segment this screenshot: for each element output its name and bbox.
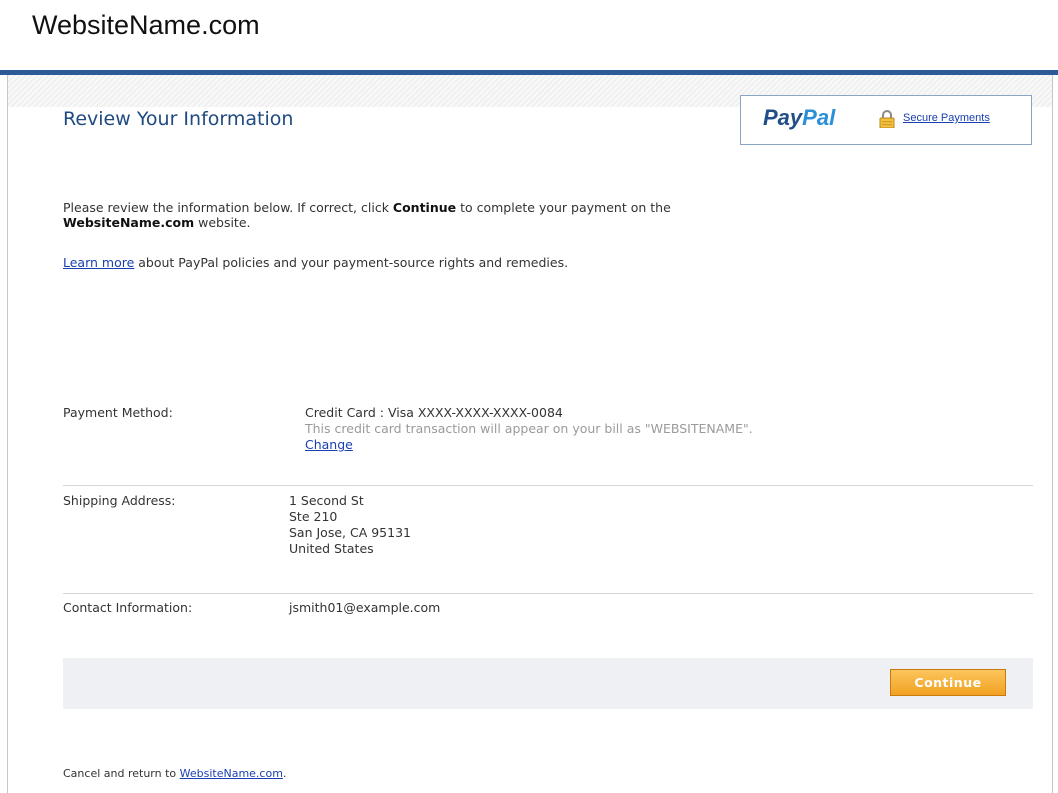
shipping-line: San Jose, CA 95131 <box>289 525 411 540</box>
review-panel: Review Your Information PayPal Secure Pa… <box>7 75 1053 793</box>
cancel-text: Cancel and return to <box>63 767 180 780</box>
change-payment-link[interactable]: Change <box>305 437 353 452</box>
contact-information-label: Contact Information: <box>63 600 193 615</box>
continue-button[interactable]: Continue <box>890 669 1006 696</box>
action-bar: Continue <box>63 658 1033 709</box>
payment-method-value: Credit Card : Visa XXXX-XXXX-XXXX-0084 T… <box>305 405 753 453</box>
page-title: Review Your Information <box>63 108 294 130</box>
payment-bill-note: This credit card transaction will appear… <box>305 421 753 436</box>
divider <box>63 593 1033 594</box>
intro-continue-word: Continue <box>392 200 457 215</box>
paypal-logo-pay: Pay <box>763 105 803 130</box>
contact-email: jsmith01@example.com <box>289 600 441 615</box>
shipping-address-label: Shipping Address: <box>63 493 176 508</box>
payment-method-label: Payment Method: <box>63 405 173 420</box>
intro-site-name: WebsiteName.com <box>63 215 195 230</box>
learn-more-line: Learn more about PayPal policies and you… <box>63 255 568 270</box>
intro-text-1: Please review the information below. If … <box>63 200 393 215</box>
payment-card: Credit Card : Visa XXXX-XXXX-XXXX-0084 <box>305 405 563 420</box>
learn-more-link[interactable]: Learn more <box>63 255 134 270</box>
intro-text-3: website. <box>194 215 251 230</box>
paypal-logo-pal: Pal <box>802 105 836 130</box>
divider <box>63 485 1033 486</box>
secure-payments-link[interactable]: Secure Payments <box>903 112 990 124</box>
shipping-line: 1 Second St <box>289 493 364 508</box>
paypal-logo: PayPal <box>763 105 835 131</box>
cancel-suffix: . <box>282 767 287 780</box>
shipping-line: United States <box>289 541 374 556</box>
shipping-line: Ste 210 <box>289 509 338 524</box>
paypal-secure-box: PayPal Secure Payments <box>740 95 1032 145</box>
learn-more-text: about PayPal policies and your payment-s… <box>134 255 569 270</box>
intro-text-2: to complete your payment on the <box>456 200 671 215</box>
site-title: WebsiteName.com <box>32 10 260 40</box>
cancel-line: Cancel and return to WebsiteName.com. <box>63 767 286 780</box>
site-header: WebsiteName.com <box>0 0 1058 75</box>
intro-text: Please review the information below. If … <box>63 200 763 230</box>
return-to-site-link[interactable]: WebsiteName.com <box>180 767 283 780</box>
lock-icon <box>879 110 895 129</box>
shipping-address-value: 1 Second St Ste 210 San Jose, CA 95131 U… <box>289 493 411 557</box>
